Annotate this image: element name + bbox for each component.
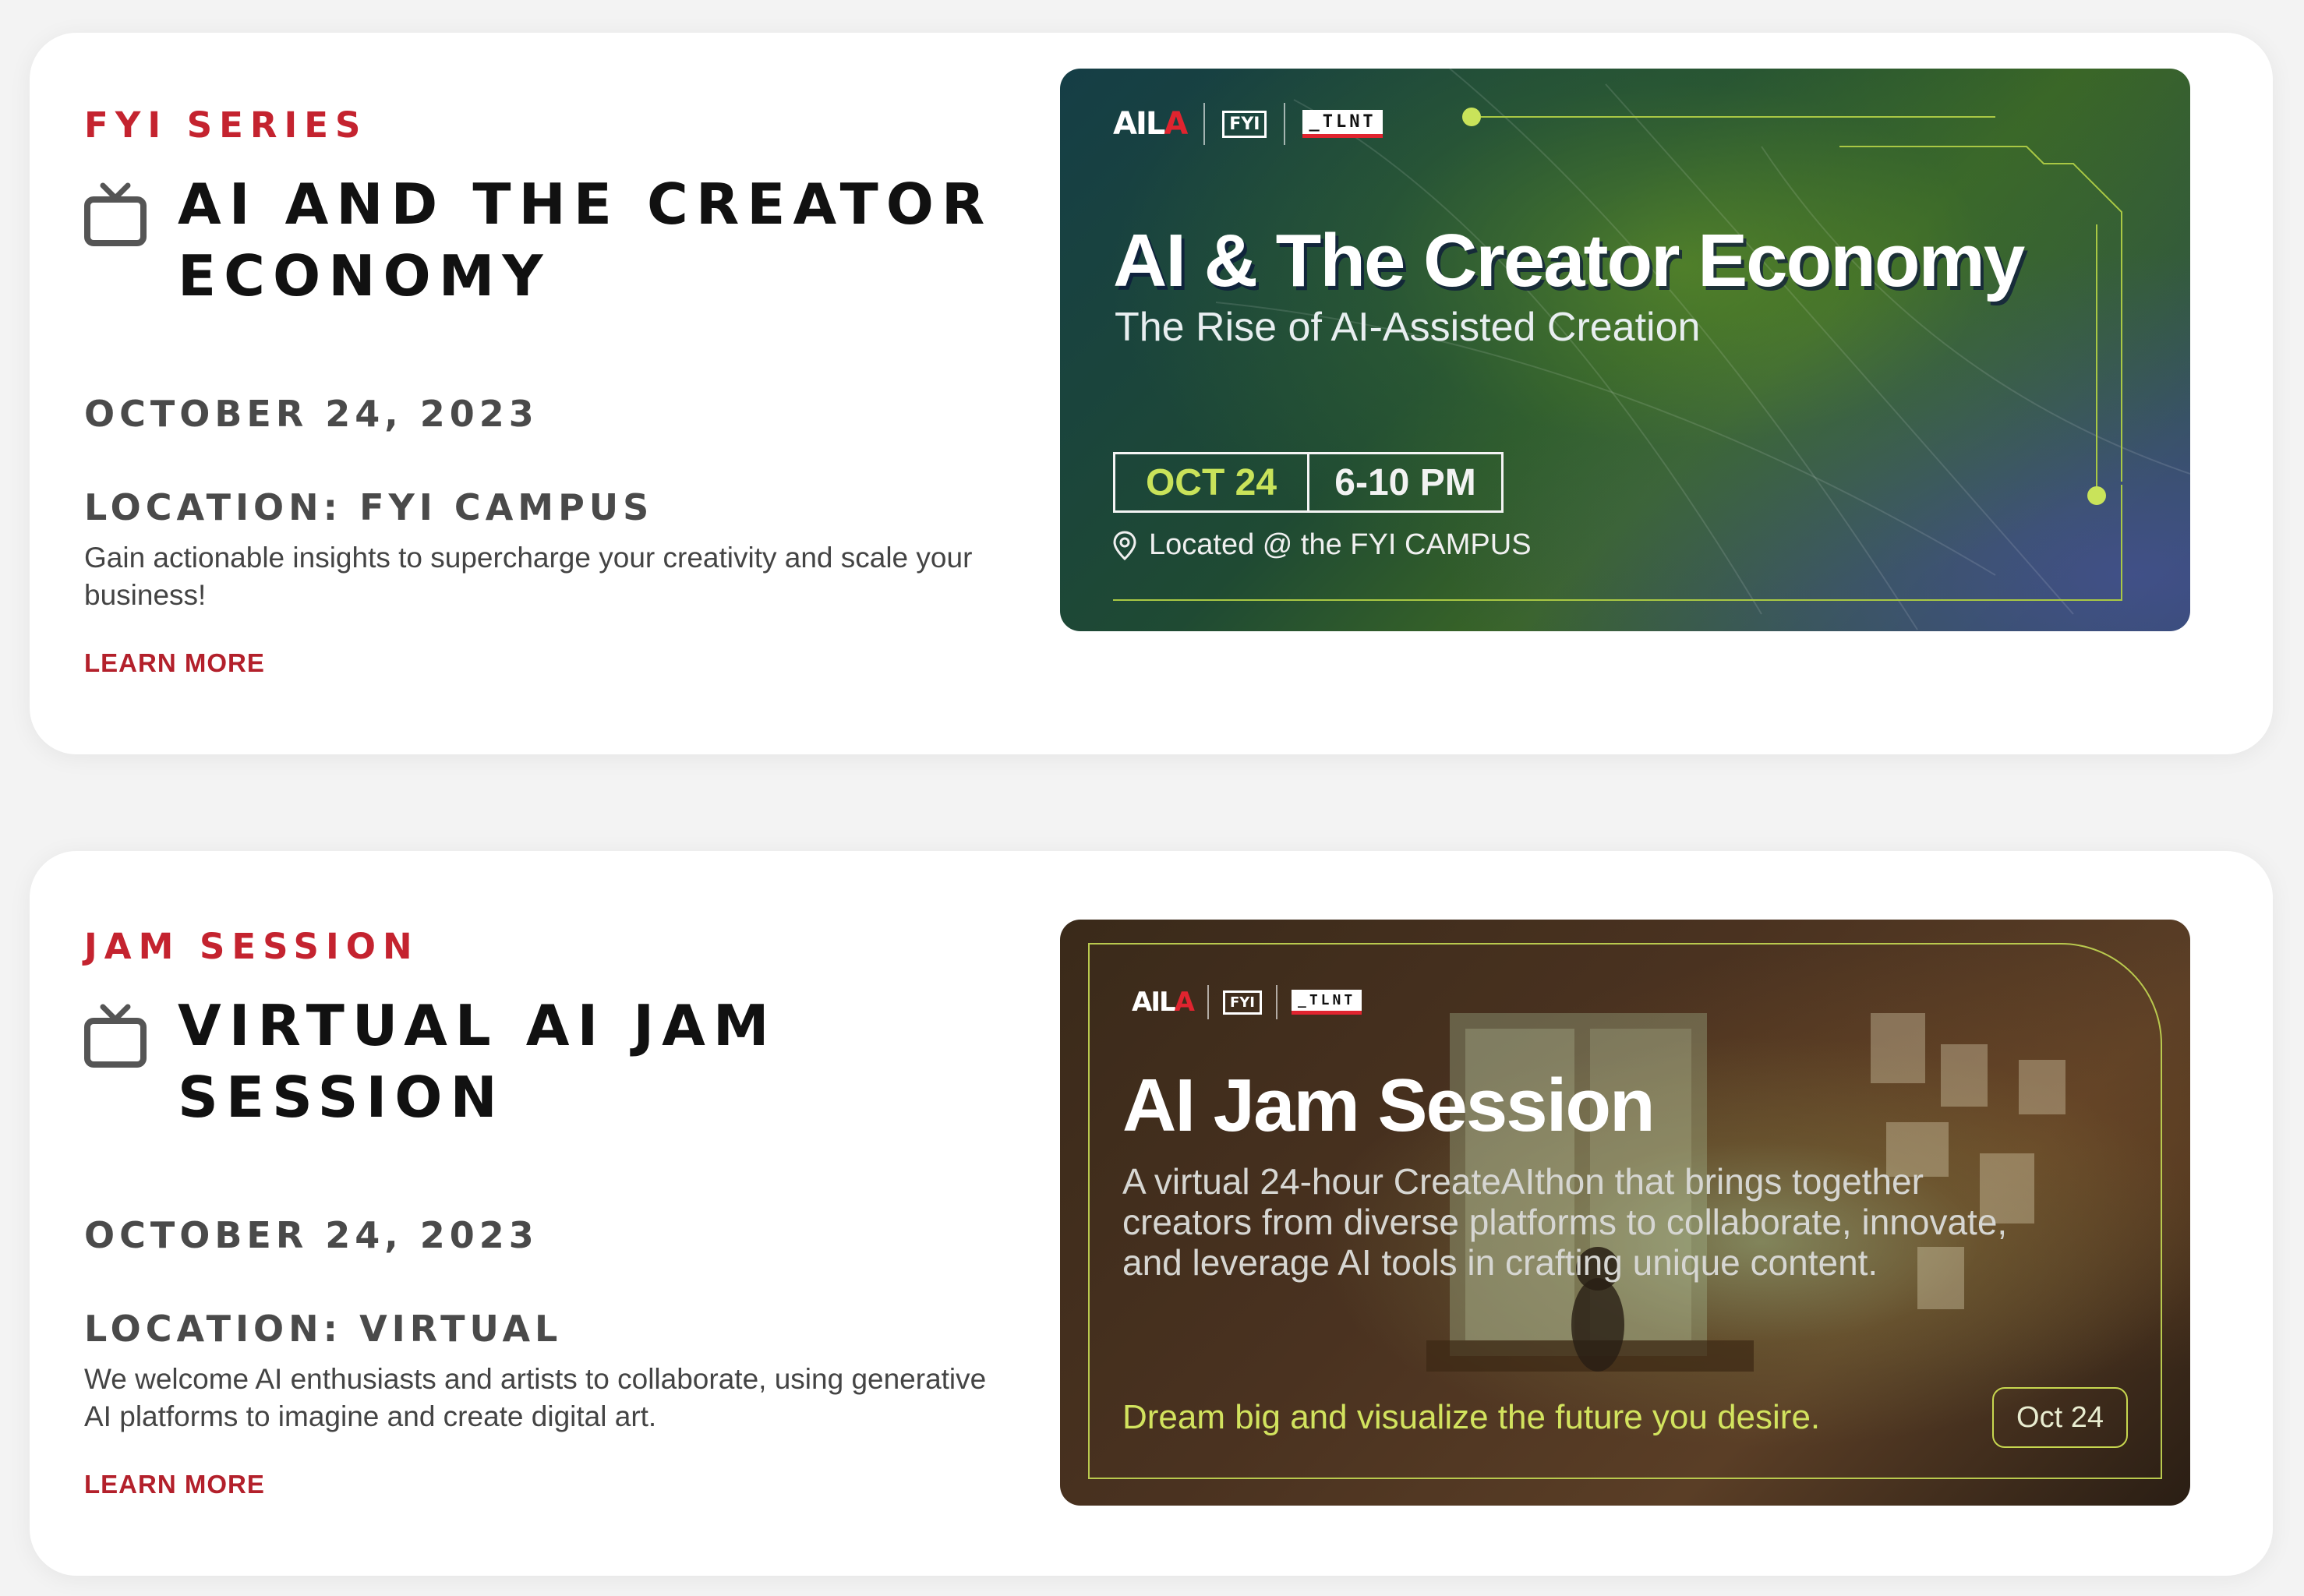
banner-date-time: OCT 24 6-10 PM (1113, 452, 1504, 513)
logo-divider (1276, 985, 1277, 1019)
event-series-label: JAM SESSION (84, 926, 419, 967)
event-date: OCTOBER 24, 2023 (84, 393, 539, 435)
banner-tagline: Dream big and visualize the future you d… (1122, 1398, 1821, 1436)
banner-location-text: Located @ the FYI CAMPUS (1149, 528, 1532, 561)
fyi-logo: FYI (1222, 990, 1262, 1015)
learn-more-link[interactable]: LEARN MORE (84, 1470, 265, 1499)
fyi-logo: FYI (1222, 110, 1267, 138)
event-banner-image[interactable]: AILA FYI _TLNT AI & The Creator Economy … (1060, 69, 2190, 631)
banner-description: A virtual 24-hour CreateAIthon that brin… (1122, 1161, 2008, 1283)
logo-divider (1203, 103, 1206, 145)
learn-more-link[interactable]: LEARN MORE (84, 648, 265, 678)
tlnt-logo: _TLNT (1302, 110, 1383, 138)
aila-logo: AILA (1113, 106, 1188, 142)
tv-icon (84, 1004, 147, 1068)
event-location: LOCATION: FYI CAMPUS (84, 486, 654, 528)
banner-subtitle: The Rise of AI-Assisted Creation (1115, 305, 1701, 350)
event-series-label: FYI SERIES (84, 104, 368, 146)
event-title: VIRTUAL AI JAM SESSION (178, 993, 777, 1130)
event-title: AI AND THE CREATOR ECONOMY (178, 171, 993, 309)
event-date: OCTOBER 24, 2023 (84, 1214, 539, 1256)
location-pin-icon (1113, 530, 1136, 560)
banner-date: OCT 24 (1115, 454, 1309, 510)
logo-divider (1284, 103, 1286, 145)
partner-logos: AILA FYI _TLNT (1113, 103, 1383, 145)
event-description: We welcome AI enthusiasts and artists to… (84, 1363, 987, 1432)
banner-title: AI & The Creator Economy (1113, 219, 2025, 302)
banner-time: 6-10 PM (1334, 461, 1476, 503)
banner-location: Located @ the FYI CAMPUS (1113, 528, 1532, 562)
event-banner-image[interactable]: AILA FYI _TLNT AI Jam Session A virtual … (1060, 920, 2190, 1506)
tv-icon (84, 182, 147, 246)
banner-date-badge: Oct 24 (1992, 1387, 2128, 1448)
tlnt-logo: _TLNT (1292, 990, 1362, 1015)
aila-logo: AILA (1132, 987, 1195, 1018)
banner-title: AI Jam Session (1122, 1064, 1656, 1147)
logo-divider (1207, 985, 1209, 1019)
event-description: Gain actionable insights to supercharge … (84, 542, 973, 611)
partner-logos: AILA FYI _TLNT (1132, 985, 1362, 1019)
event-location: LOCATION: VIRTUAL (84, 1308, 563, 1350)
